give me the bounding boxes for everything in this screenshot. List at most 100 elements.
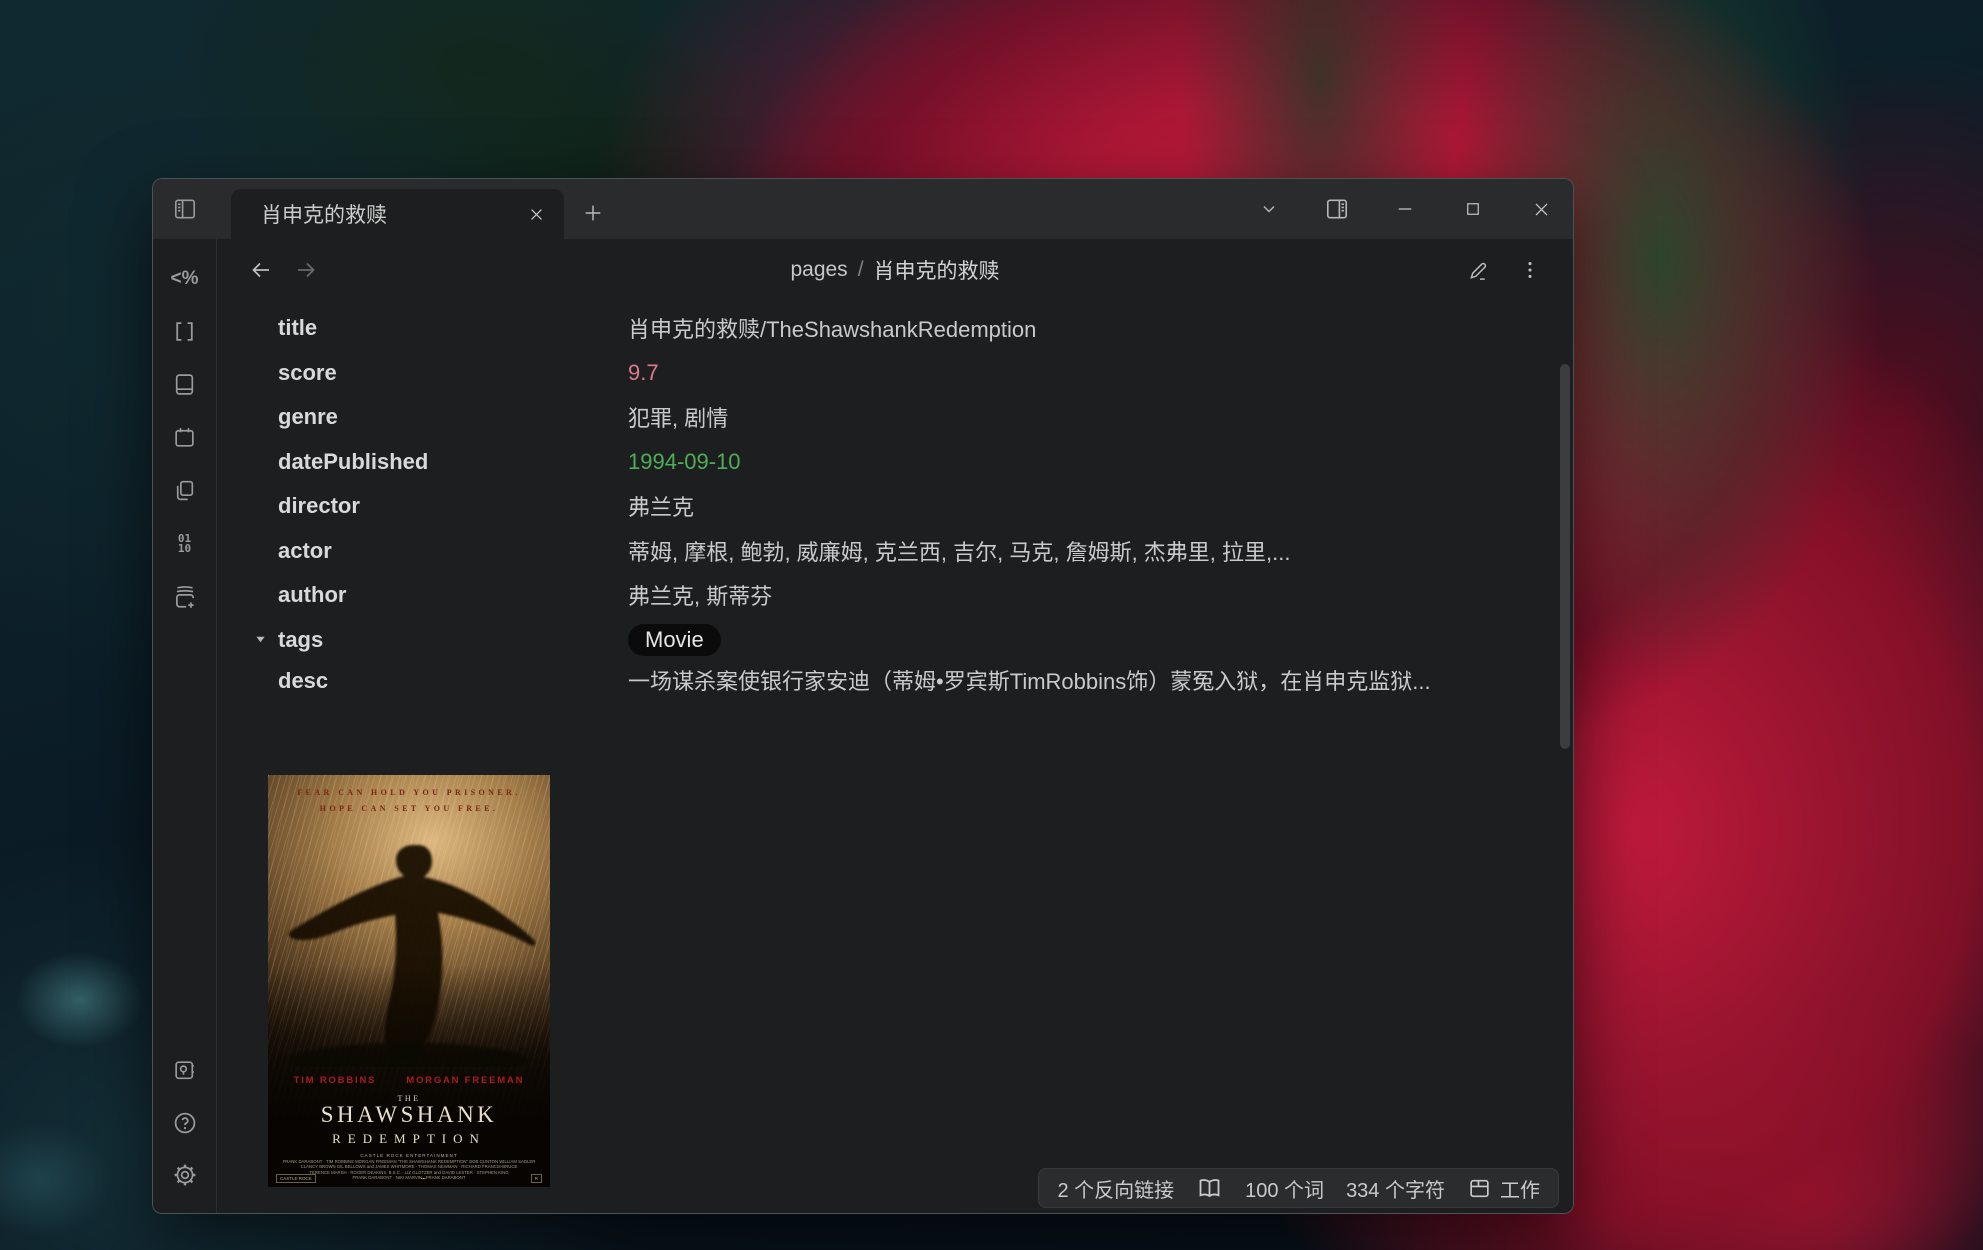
tab-menu-button[interactable] [1245,187,1293,231]
poster-title-main: SHAWSHANK [268,1102,550,1128]
binary-icon: 01 10 [178,534,191,554]
close-window-button[interactable] [1517,187,1565,231]
attr-row-tags: tags Movie [217,618,1513,663]
attr-value[interactable]: 一场谋杀案使银行家安迪（蒂姆•罗宾斯TimRobbins饰）蒙冤入狱，在肖申克监… [628,664,1431,699]
attr-value[interactable]: 蒂姆, 摩根, 鲍勃, 威廉姆, 克兰西, 吉尔, 马克, 詹姆斯, 杰弗里, … [628,535,1290,567]
calendar-icon [172,425,197,450]
breadcrumb-separator: / [858,258,864,282]
attr-value[interactable]: 肖申克的救赎/TheShawshankRedemption [628,312,1036,344]
poster-tagline-2: HOPE CAN SET YOU FREE. [268,804,550,813]
new-tab-button[interactable] [571,191,615,235]
char-count[interactable]: 334 个字符 [1346,1174,1445,1203]
reading-stats-button[interactable] [1196,1175,1223,1202]
attr-value[interactable]: 1994-09-10 [628,449,741,475]
breadcrumb-parent[interactable]: pages [790,258,847,282]
template-icon: <% [171,269,199,288]
left-dock: <% [153,239,217,1213]
document-tab[interactable]: 肖申克的救赎 [231,189,564,239]
tab-title: 肖申克的救赎 [231,199,518,229]
dock-item-card-add[interactable] [171,583,198,610]
app-window: 肖申克的救赎 [152,178,1574,1214]
card-add-icon [172,584,198,610]
attr-label[interactable]: score [217,360,628,386]
poster-star-1: TIM ROBBINS [294,1075,377,1086]
collapse-arrow-icon[interactable] [255,634,278,645]
attr-row-director: director 弗兰克 [217,484,1513,529]
word-count[interactable]: 100 个词 [1245,1174,1324,1203]
attr-row-genre: genre 犯罪, 剧情 [217,395,1513,440]
poster-title-sub: REDEMPTION [268,1131,550,1147]
close-icon [1532,200,1551,219]
pencil-icon [1467,259,1490,282]
document-menu-button[interactable] [1511,252,1549,288]
workspace-icon [1467,1176,1492,1201]
attr-row-author: author 弗兰克, 斯蒂芬 [217,573,1513,618]
dock-item-copies[interactable] [171,477,198,504]
titlebar[interactable]: 肖申克的救赎 [153,179,1573,239]
editor-area: pages / 肖申克的救赎 [217,239,1573,1213]
minimize-button[interactable] [1381,187,1429,231]
attr-row-score: score 9.7 [217,351,1513,396]
movie-poster-image[interactable]: FEAR CAN HOLD YOU PRISONER. HOPE CAN SET… [268,775,550,1187]
maximize-button[interactable] [1449,187,1497,231]
backlinks-count[interactable]: 2 个反向链接 [1057,1174,1174,1203]
open-book-icon [1196,1175,1223,1202]
copy-pages-icon [172,478,197,503]
attr-label[interactable]: title [217,315,628,341]
attr-label[interactable]: director [217,493,628,519]
gear-icon [172,1162,198,1188]
dock-item-safe[interactable] [171,1057,198,1084]
castle-rock-logo: CASTLE ROCK [276,1174,316,1183]
poster-tagline-1: FEAR CAN HOLD YOU PRISONER. [268,788,550,797]
dock-item-notebook[interactable] [171,371,198,398]
toggle-right-panel-button[interactable] [1313,187,1361,231]
workspace-name: 工作 [1500,1174,1540,1203]
attr-value[interactable]: 犯罪, 剧情 [628,401,728,433]
poster-logo-marks: ▪▪▪ [418,1175,429,1182]
attr-value[interactable]: 弗兰克 [628,490,694,522]
safe-icon [172,1058,197,1083]
panel-left-icon [172,196,198,222]
attribute-table: title 肖申克的救赎/TheShawshankRedemption scor… [217,306,1513,699]
attr-value[interactable]: 9.7 [628,360,659,386]
edit-mode-button[interactable] [1459,252,1497,288]
maximize-icon [1464,200,1482,218]
workspace-switcher[interactable]: 工作 [1467,1174,1540,1203]
chevron-down-icon [1259,199,1279,219]
attr-label[interactable]: desc [217,668,628,694]
dock-item-calendar[interactable] [171,424,198,451]
attr-value: Movie [628,624,721,656]
poster-logos: CASTLE ROCK ▪▪▪ R [276,1174,542,1183]
help-icon [172,1110,198,1136]
breadcrumb-bar: pages / 肖申克的救赎 [217,239,1573,301]
dock-item-bookmark[interactable] [171,318,198,345]
dock-item-template[interactable]: <% [171,265,198,292]
book-icon [172,372,197,397]
attr-label[interactable]: tags [217,627,628,653]
vertical-scrollbar-thumb[interactable] [1560,364,1570,749]
attr-label[interactable]: actor [217,538,628,564]
attr-row-desc: desc 一场谋杀案使银行家安迪（蒂姆•罗宾斯TimRobbins饰）蒙冤入狱，… [217,662,1513,699]
tab-close-button[interactable] [518,196,554,232]
toggle-sidebar-button[interactable] [153,179,217,239]
breadcrumb: pages / 肖申克的救赎 [217,239,1573,301]
attr-label[interactable]: genre [217,404,628,430]
dock-item-help[interactable] [171,1109,198,1136]
dock-item-binary[interactable]: 01 10 [171,530,198,557]
attr-value[interactable]: 弗兰克, 斯蒂芬 [628,579,772,611]
window-controls [1245,179,1565,239]
attr-label[interactable]: datePublished [217,449,628,475]
back-button[interactable] [243,252,279,288]
brackets-icon [172,319,197,344]
tag-pill-movie[interactable]: Movie [628,624,721,656]
attr-label[interactable]: author [217,582,628,608]
attr-row-title: title 肖申克的救赎/TheShawshankRedemption [217,306,1513,351]
rating-logo: R [531,1174,542,1183]
poster-star-2: MORGAN FREEMAN [406,1075,524,1086]
dock-item-settings[interactable] [171,1161,198,1188]
poster-studio-line: CASTLE ROCK ENTERTAINMENT [268,1153,550,1158]
status-bar: 2 个反向链接 100 个词 334 个字符 [1038,1168,1559,1208]
breadcrumb-current[interactable]: 肖申克的救赎 [874,255,1000,285]
kebab-menu-icon [1519,259,1541,281]
forward-button[interactable] [288,252,324,288]
